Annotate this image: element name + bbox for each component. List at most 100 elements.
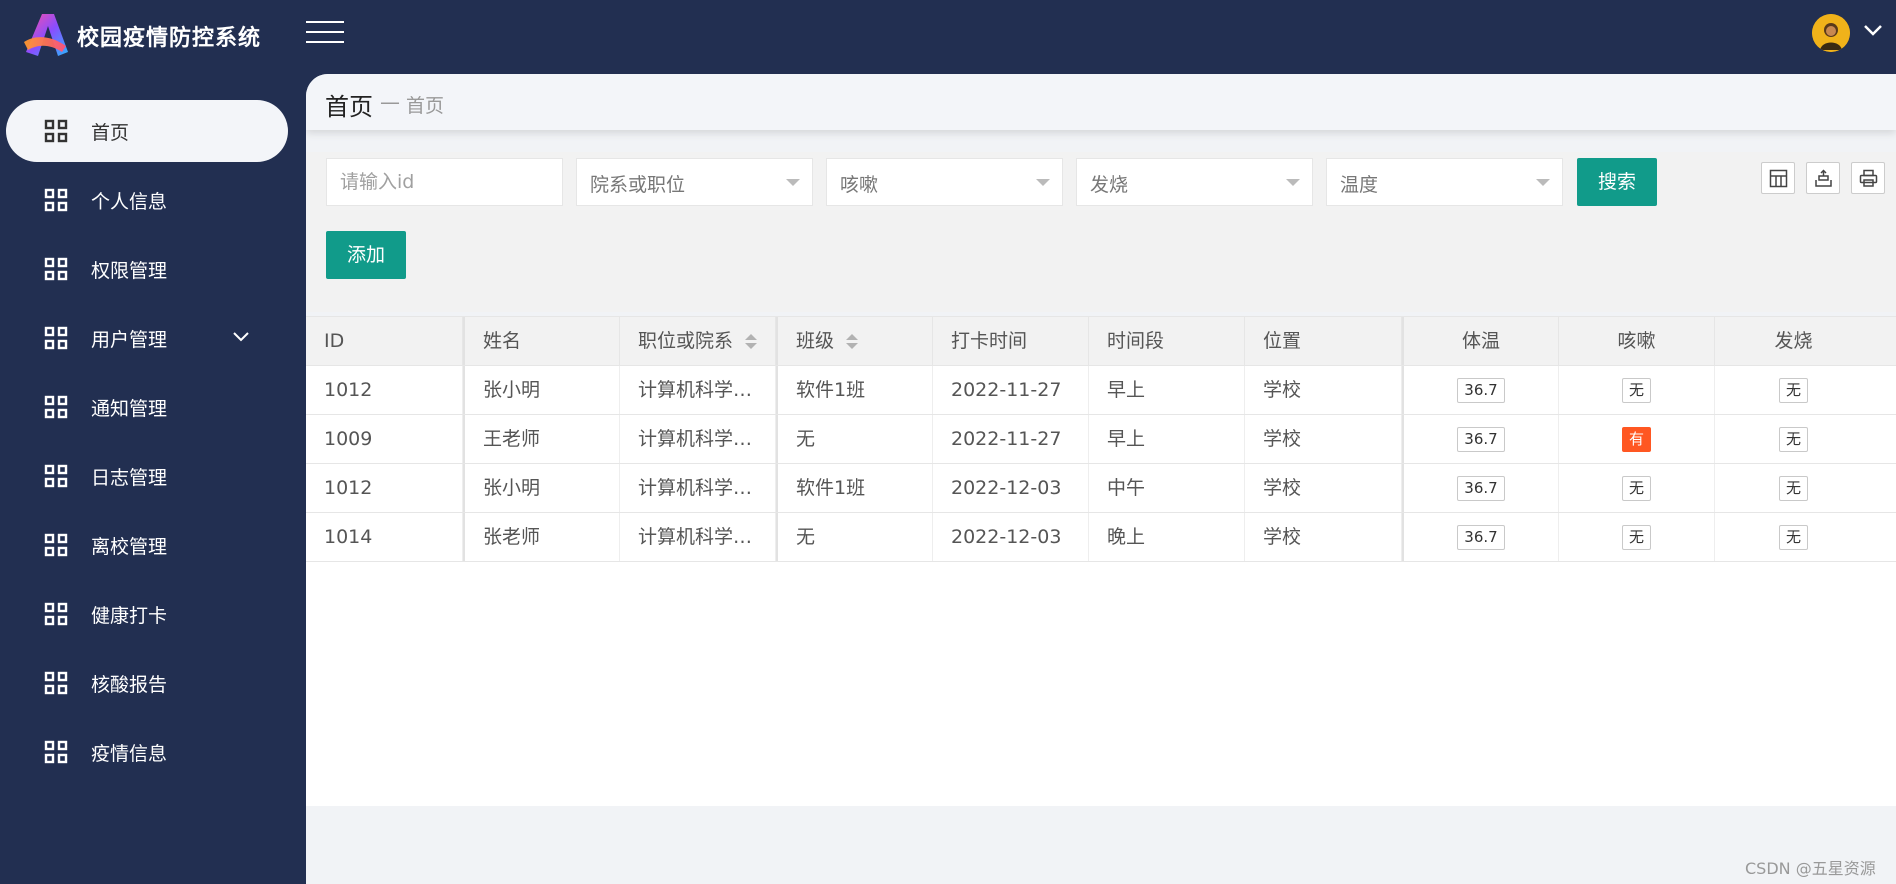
- grid-icon: [44, 395, 68, 419]
- column-header-class[interactable]: 班级: [776, 317, 933, 365]
- id-search-input[interactable]: [326, 158, 563, 206]
- cell-time: 2022-11-27: [933, 366, 1089, 414]
- sidebar-item-label: 用户管理: [91, 329, 168, 351]
- cell-location: 学校: [1245, 513, 1402, 561]
- dept-select[interactable]: 院系或职位: [576, 158, 813, 206]
- grid-icon: [44, 464, 68, 488]
- app-logo-icon: [24, 14, 68, 56]
- search-button[interactable]: 搜索: [1577, 158, 1657, 206]
- cough-badge: 无: [1621, 476, 1651, 501]
- add-button[interactable]: 添加: [326, 231, 406, 279]
- fever-badge: 无: [1778, 476, 1808, 501]
- cell-location: 学校: [1245, 415, 1402, 463]
- main-content: 首页 — 首页 院系或职位 咳嗽 发烧 温度 搜索 添加: [306, 74, 1896, 884]
- table-header: ID 姓名 职位或院系 班级 打卡时间 时间段 位置 体温 咳嗽 发烧: [306, 316, 1896, 366]
- user-avatar[interactable]: [1812, 14, 1850, 52]
- cell-class: 软件1班: [776, 464, 933, 512]
- cell-period: 中午: [1089, 464, 1245, 512]
- cell-class: 软件1班: [776, 366, 933, 414]
- grid-icon: [44, 326, 68, 350]
- sidebar-item-logs[interactable]: 日志管理: [6, 445, 288, 507]
- grid-icon: [44, 671, 68, 695]
- sort-icon[interactable]: [745, 333, 758, 351]
- id-input[interactable]: [327, 159, 562, 205]
- sidebar-item-leave[interactable]: 离校管理: [6, 514, 288, 576]
- column-header-location: 位置: [1245, 317, 1402, 365]
- chevron-down-icon: [233, 332, 249, 342]
- sidebar-item-label: 日志管理: [91, 467, 168, 489]
- chevron-down-icon[interactable]: [1862, 22, 1884, 38]
- cell-dept: 计算机科学…: [620, 513, 776, 561]
- breadcrumb-current[interactable]: 首页: [325, 87, 373, 122]
- cough-select[interactable]: 咳嗽: [826, 158, 1063, 206]
- cell-temp: 36.7: [1402, 415, 1559, 463]
- columns-filter-button[interactable]: [1761, 162, 1795, 194]
- cell-location: 学校: [1245, 464, 1402, 512]
- column-header-name: 姓名: [463, 317, 620, 365]
- column-header-cough: 咳嗽: [1559, 317, 1715, 365]
- breadcrumb-sub[interactable]: 首页: [406, 91, 444, 118]
- print-button[interactable]: [1851, 162, 1885, 194]
- column-header-dept[interactable]: 职位或院系: [620, 317, 776, 365]
- cell-dept: 计算机科学…: [620, 464, 776, 512]
- sidebar-item-label: 通知管理: [91, 398, 168, 420]
- sidebar-item-health-checkin[interactable]: 健康打卡: [6, 583, 288, 645]
- cell-id: 1012: [306, 366, 463, 414]
- table-row[interactable]: 1009 王老师 计算机科学… 无 2022-11-27 早上 学校 36.7 …: [306, 415, 1896, 464]
- sidebar-item-label: 权限管理: [91, 260, 168, 282]
- table-row[interactable]: 1012 张小明 计算机科学… 软件1班 2022-11-27 早上 学校 36…: [306, 366, 1896, 415]
- grid-icon: [44, 740, 68, 764]
- sidebar-item-label: 离校管理: [91, 536, 168, 558]
- sidebar-item-home[interactable]: 首页: [6, 100, 288, 162]
- grid-icon: [44, 257, 68, 281]
- grid-icon: [44, 533, 68, 557]
- temp-badge: 36.7: [1457, 378, 1505, 403]
- columns-icon: [1769, 169, 1788, 188]
- table-row[interactable]: 1012 张小明 计算机科学… 软件1班 2022-12-03 中午 学校 36…: [306, 464, 1896, 513]
- sidebar-item-label: 疫情信息: [91, 743, 168, 765]
- cough-badge: 无: [1621, 378, 1651, 403]
- breadcrumb-separator: —: [380, 90, 400, 114]
- sort-icon[interactable]: [846, 333, 859, 351]
- sidebar-item-label: 首页: [91, 122, 130, 144]
- watermark: CSDN @五星资源: [1745, 859, 1876, 878]
- breadcrumb: 首页 — 首页: [306, 74, 1896, 130]
- checkin-table: ID 姓名 职位或院系 班级 打卡时间 时间段 位置 体温 咳嗽 发烧 1012…: [306, 316, 1896, 806]
- sidebar-item-permissions[interactable]: 权限管理: [6, 238, 288, 300]
- cell-fever: 无: [1715, 366, 1872, 414]
- column-header-fever: 发烧: [1774, 330, 1813, 352]
- sidebar-item-profile[interactable]: 个人信息: [6, 169, 288, 231]
- caret-down-icon: [1036, 179, 1050, 186]
- top-bar: 校园疫情防控系统: [0, 0, 1896, 74]
- cough-badge: 无: [1621, 525, 1651, 550]
- sidebar-item-label: 个人信息: [91, 191, 168, 213]
- fever-select[interactable]: 发烧: [1076, 158, 1313, 206]
- sidebar-item-label: 健康打卡: [91, 605, 168, 627]
- sidebar-item-notices[interactable]: 通知管理: [6, 376, 288, 438]
- cell-id: 1012: [306, 464, 463, 512]
- fever-badge: 无: [1778, 378, 1808, 403]
- temp-select[interactable]: 温度: [1326, 158, 1563, 206]
- sidebar-item-test-report[interactable]: 核酸报告: [6, 652, 288, 714]
- cell-name: 张小明: [463, 366, 620, 414]
- column-header-id: ID: [306, 317, 463, 365]
- cell-fever: 无: [1715, 415, 1872, 463]
- cell-id: 1014: [306, 513, 463, 561]
- cell-cough: 无: [1559, 464, 1715, 512]
- menu-toggle-icon[interactable]: [306, 19, 346, 45]
- app-title: 校园疫情防控系统: [77, 26, 262, 51]
- dept-select-value: 院系或职位: [590, 174, 686, 196]
- cell-fever: 无: [1715, 464, 1872, 512]
- cell-time: 2022-12-03: [933, 513, 1089, 561]
- cell-period: 早上: [1089, 415, 1245, 463]
- column-header-time: 打卡时间: [933, 317, 1089, 365]
- sidebar: 首页 个人信息 权限管理 用户管理 通知管理 日志管理 离校管理 健康打卡 核酸…: [0, 74, 306, 884]
- table-row[interactable]: 1014 张老师 计算机科学… 无 2022-12-03 晚上 学校 36.7 …: [306, 513, 1896, 562]
- export-button[interactable]: [1806, 162, 1840, 194]
- temp-badge: 36.7: [1457, 476, 1505, 501]
- sidebar-item-epidemic-info[interactable]: 疫情信息: [6, 721, 288, 783]
- sidebar-item-users[interactable]: 用户管理: [6, 307, 288, 369]
- cell-cough: 无: [1559, 366, 1715, 414]
- caret-down-icon: [1536, 179, 1550, 186]
- avatar-icon: [1812, 14, 1850, 52]
